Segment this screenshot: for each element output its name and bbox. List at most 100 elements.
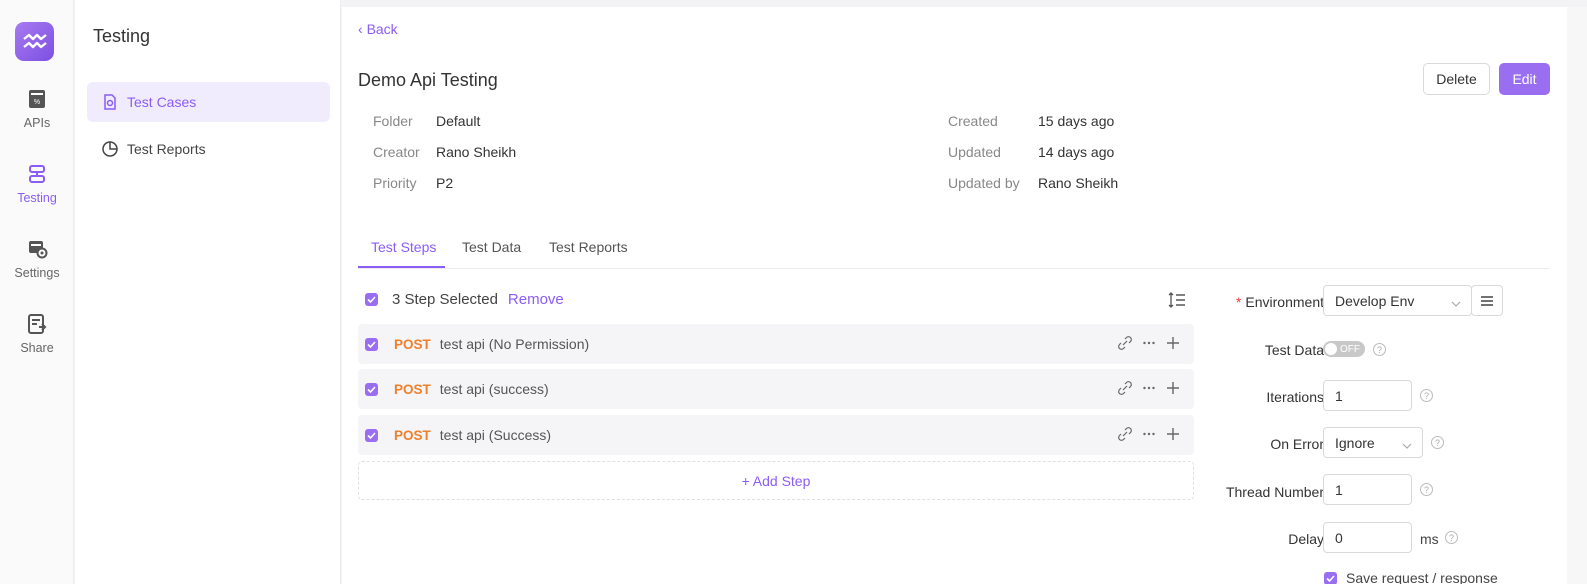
link-icon[interactable] — [1118, 381, 1132, 395]
link-icon[interactable] — [1118, 336, 1132, 350]
selection-count: 3 Step Selected — [392, 291, 498, 308]
selection-bar: 3 Step Selected Remove — [365, 291, 564, 308]
thread-number-label: Thread Number — [1225, 484, 1324, 500]
rail-item-settings[interactable]: Settings — [0, 238, 74, 280]
test-case-icon — [101, 93, 119, 111]
priority-value: P2 — [436, 175, 454, 191]
plus-icon: + — [741, 472, 750, 489]
iterations-label: Iterations — [1266, 389, 1324, 405]
reorder-list-icon[interactable] — [1168, 291, 1186, 309]
help-icon[interactable]: ? — [1373, 343, 1386, 356]
updated-value: 14 days ago — [1038, 144, 1115, 160]
rail-item-label: Testing — [17, 191, 57, 205]
creator-label: Creator — [373, 144, 420, 160]
plus-icon[interactable] — [1166, 336, 1180, 350]
pie-chart-icon — [101, 140, 119, 158]
rail-item-label: Settings — [14, 266, 60, 280]
step-method: POST — [394, 381, 431, 397]
step-checkbox[interactable] — [365, 428, 378, 442]
toggle-text: OFF — [1340, 343, 1360, 355]
save-request-checkbox[interactable] — [1324, 571, 1337, 584]
tab-bar: Test Steps Test Data Test Reports — [358, 229, 1550, 269]
plus-icon[interactable] — [1166, 427, 1180, 441]
sub-sidebar: Testing Test Cases Test Reports — [75, 0, 341, 584]
help-icon[interactable]: ? — [1420, 389, 1433, 402]
rail-item-apis[interactable]: % APIs — [0, 88, 74, 130]
step-name: test api (No Permission) — [439, 336, 590, 352]
main-panel: ‹ Back Demo Api Testing Delete Edit Fold… — [342, 7, 1567, 584]
step-checkbox[interactable] — [365, 382, 378, 396]
creator-value: Rano Sheikh — [436, 144, 517, 160]
rail-item-share[interactable]: Share — [0, 313, 74, 355]
add-step-button[interactable]: + Add Step — [358, 461, 1194, 500]
tab-test-steps[interactable]: Test Steps — [371, 239, 436, 255]
menu-icon — [1481, 293, 1493, 309]
environment-select[interactable]: Develop Env — [1323, 285, 1472, 316]
remove-selected-button[interactable]: Remove — [508, 291, 564, 308]
created-value: 15 days ago — [1038, 113, 1115, 129]
app-rail: % APIs Testing Settings Share — [0, 0, 74, 584]
on-error-select[interactable]: Ignore — [1323, 427, 1423, 458]
step-method: POST — [394, 336, 431, 352]
subnav-item-test-cases[interactable]: Test Cases — [87, 82, 330, 122]
step-method: POST — [394, 427, 431, 443]
step-row[interactable]: POST test api (success) — [358, 369, 1194, 409]
created-label: Created — [948, 113, 998, 129]
app-logo-icon[interactable] — [15, 22, 54, 61]
active-tab-indicator — [358, 266, 445, 268]
more-icon[interactable] — [1142, 381, 1156, 395]
plus-icon[interactable] — [1166, 381, 1180, 395]
edit-button[interactable]: Edit — [1499, 63, 1550, 95]
iterations-input[interactable]: 1 — [1323, 380, 1412, 411]
help-icon[interactable]: ? — [1431, 436, 1444, 449]
delay-input[interactable]: 0 — [1323, 522, 1412, 553]
page-title: Demo Api Testing — [358, 70, 498, 90]
help-icon[interactable]: ? — [1420, 483, 1433, 496]
step-checkbox[interactable] — [365, 337, 378, 351]
link-icon[interactable] — [1118, 427, 1132, 441]
step-row[interactable]: POST test api (Success) — [358, 415, 1194, 455]
share-icon — [26, 313, 48, 335]
environment-manage-button[interactable] — [1471, 285, 1503, 316]
back-link[interactable]: ‹ Back — [358, 21, 398, 37]
more-icon[interactable] — [1142, 336, 1156, 350]
updated-by-value: Rano Sheikh — [1038, 175, 1119, 191]
delay-label: Delay — [1288, 531, 1324, 547]
save-request-response-option[interactable]: Save request / response — [1324, 570, 1498, 584]
on-error-value: Ignore — [1335, 434, 1375, 451]
subnav-item-label: Test Reports — [127, 141, 206, 157]
environment-label: * Environment — [1194, 294, 1324, 310]
tab-test-reports[interactable]: Test Reports — [549, 239, 628, 255]
step-row[interactable]: POST test api (No Permission) — [358, 324, 1194, 364]
environment-label-text: Environment — [1245, 294, 1324, 310]
settings-icon — [26, 238, 48, 260]
select-all-checkbox[interactable] — [365, 293, 378, 306]
chevron-left-icon: ‹ — [358, 21, 367, 37]
rail-item-testing[interactable]: Testing — [0, 163, 74, 205]
test-data-toggle[interactable]: OFF — [1323, 341, 1365, 357]
page-scrollbar[interactable] — [1567, 7, 1587, 584]
updated-label: Updated — [948, 144, 1001, 160]
svg-text:%: % — [34, 99, 40, 106]
iterations-value: 1 — [1335, 387, 1343, 404]
chevron-down-icon — [1402, 438, 1412, 449]
back-label: Back — [366, 21, 398, 37]
on-error-label: On Error — [1270, 436, 1324, 452]
delay-unit: ms — [1420, 531, 1439, 547]
thread-number-input[interactable]: 1 — [1323, 474, 1412, 505]
folder-label: Folder — [373, 113, 413, 129]
subnav-item-test-reports[interactable]: Test Reports — [87, 129, 330, 169]
more-icon[interactable] — [1142, 427, 1156, 441]
rail-item-label: APIs — [23, 116, 51, 130]
add-step-label: Add Step — [752, 472, 811, 489]
step-name: test api (success) — [439, 381, 549, 397]
tab-test-data[interactable]: Test Data — [462, 239, 521, 255]
test-data-label: Test Data — [1264, 342, 1324, 358]
priority-label: Priority — [373, 175, 417, 191]
testing-icon — [26, 163, 48, 185]
help-icon[interactable]: ? — [1445, 531, 1458, 544]
updated-by-label: Updated by — [948, 175, 1020, 191]
delete-button[interactable]: Delete — [1423, 63, 1490, 95]
subnav-title: Testing — [93, 26, 151, 46]
rail-item-label: Share — [20, 341, 54, 355]
